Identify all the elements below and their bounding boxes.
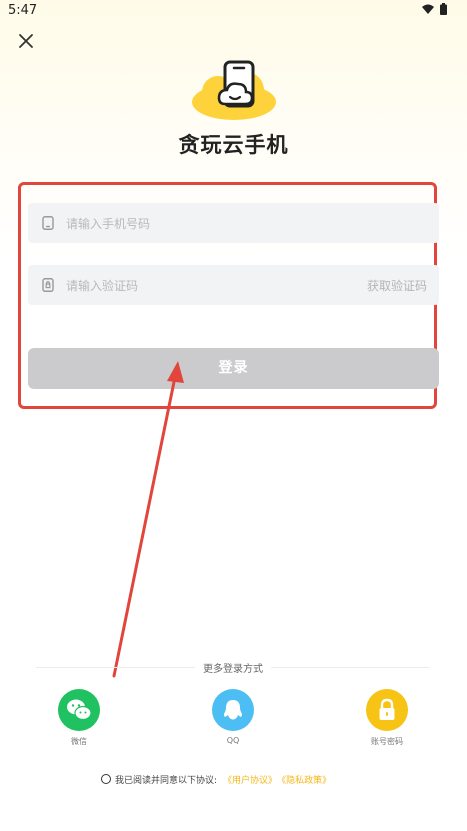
agreement-checkbox[interactable] [101,774,111,784]
wechat-login-button[interactable]: 微信 [49,689,109,747]
app-name: 贪玩云手机 [178,133,289,157]
get-code-button[interactable]: 获取验证码 [367,277,427,294]
account-password-login-button[interactable]: 账号密码 [357,689,417,747]
agreement-text: 我已阅读并同意以下协议: [115,775,218,786]
status-bar: 5:47 [0,0,467,22]
privacy-policy-link[interactable]: 《隐私政策》 [277,773,331,786]
qq-circle [212,689,254,731]
wechat-circle [58,689,100,731]
account-password-label: 账号密码 [371,737,403,746]
verification-code-field[interactable]: 获取验证码 [28,265,439,307]
close-button[interactable] [14,30,38,54]
login-button[interactable]: 登录 [28,348,439,389]
more-login-divider: 更多登录方式 [36,660,430,675]
phone-input[interactable] [64,203,428,245]
verification-icon [42,278,54,292]
user-agreement-link[interactable]: 《用户协议》 [223,773,277,786]
battery-icon [440,3,447,15]
qq-label: QQ [226,736,240,745]
status-icons [422,3,447,15]
phone-icon [42,216,54,230]
agreement-row: 我已阅读并同意以下协议: 《用户协议》 《隐私政策》 [101,772,331,786]
close-icon [19,34,33,48]
qq-login-button[interactable]: QQ [203,689,263,745]
app-logo-icon [192,60,276,120]
lock-icon [379,698,395,720]
account-circle [366,689,408,731]
wechat-label: 微信 [71,737,87,746]
more-login-title: 更多登录方式 [195,660,271,675]
wifi-icon [422,4,434,14]
wechat-icon [67,699,92,721]
phone-field[interactable] [28,203,439,245]
verification-code-input[interactable] [64,265,348,307]
status-time: 5:47 [8,3,38,18]
qq-icon [224,700,242,720]
